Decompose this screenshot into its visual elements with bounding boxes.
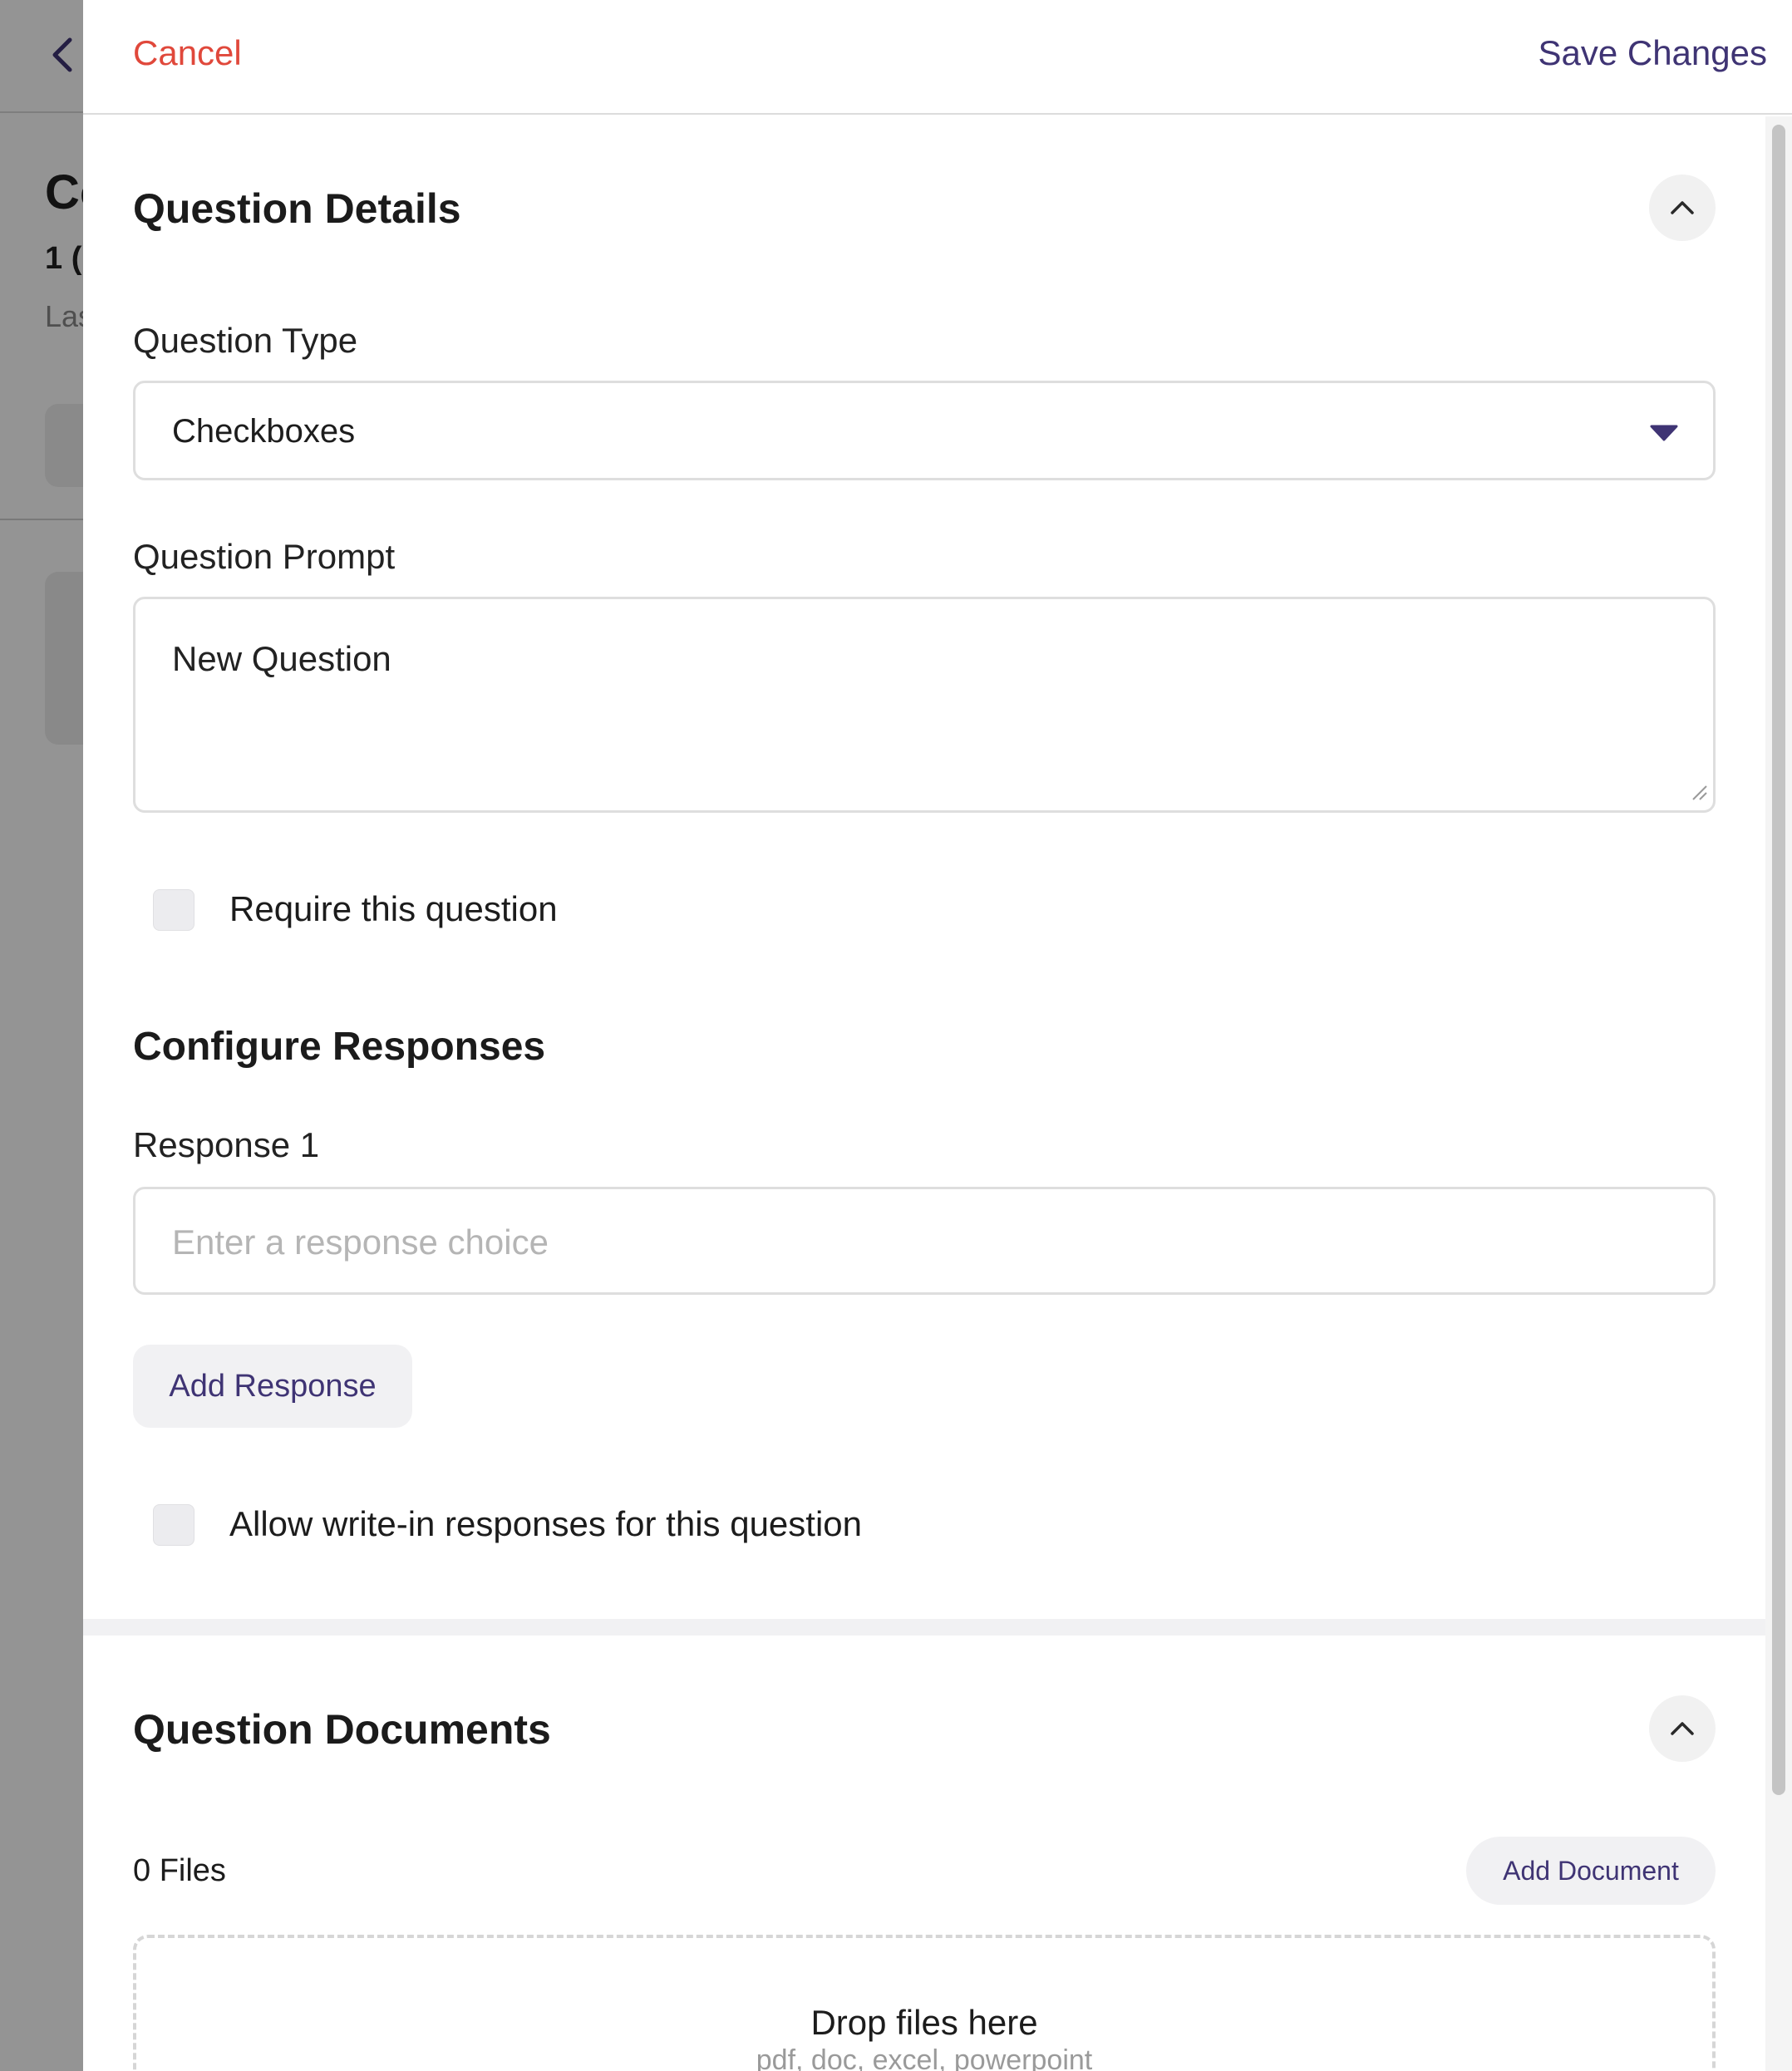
question-type-label: Question Type (133, 321, 358, 360)
question-type-value: Checkboxes (172, 413, 356, 450)
question-prompt-value: New Question (172, 639, 391, 678)
allow-write-in-checkbox[interactable] (153, 1504, 194, 1546)
section-separator (83, 1619, 1765, 1636)
response-1-input[interactable]: Enter a response choice (133, 1187, 1716, 1295)
edit-question-drawer: Cancel Save Changes Question Details Que… (83, 0, 1792, 2071)
resize-grip-icon[interactable] (1690, 783, 1708, 805)
collapse-question-documents-button[interactable] (1649, 1695, 1716, 1762)
question-prompt-label: Question Prompt (133, 537, 396, 576)
add-document-button[interactable]: Add Document (1466, 1837, 1716, 1905)
response-1-label: Response 1 (133, 1125, 320, 1164)
add-response-button[interactable]: Add Response (133, 1345, 412, 1428)
allow-write-in-label: Allow write-in responses for this questi… (229, 1504, 863, 1543)
question-details-title: Question Details (133, 185, 461, 232)
cancel-button[interactable]: Cancel (133, 33, 242, 73)
caret-down-icon (1650, 425, 1678, 445)
file-dropzone[interactable]: Drop files here pdf, doc, excel, powerpo… (133, 1935, 1716, 2071)
require-question-checkbox[interactable] (153, 889, 194, 931)
dropzone-subtitle: pdf, doc, excel, powerpoint (756, 2044, 1093, 2071)
drawer-header: Cancel Save Changes (83, 0, 1792, 115)
drawer-content: Question Details Question Type Checkboxe… (83, 116, 1765, 2071)
collapse-question-details-button[interactable] (1649, 175, 1716, 241)
save-changes-button[interactable]: Save Changes (1538, 33, 1767, 73)
files-count: 0 Files (133, 1853, 226, 1888)
question-prompt-textarea[interactable]: New Question (133, 597, 1716, 813)
chevron-up-icon (1671, 1722, 1694, 1735)
question-documents-title: Question Documents (133, 1706, 551, 1753)
dropzone-title: Drop files here (810, 2003, 1038, 2042)
require-question-label: Require this question (229, 889, 558, 928)
scrollbar-thumb[interactable] (1772, 125, 1785, 1795)
chevron-up-icon (1671, 201, 1694, 214)
question-type-select[interactable]: Checkboxes (133, 381, 1716, 480)
configure-responses-title: Configure Responses (133, 1025, 546, 1069)
response-1-placeholder: Enter a response choice (172, 1222, 549, 1262)
